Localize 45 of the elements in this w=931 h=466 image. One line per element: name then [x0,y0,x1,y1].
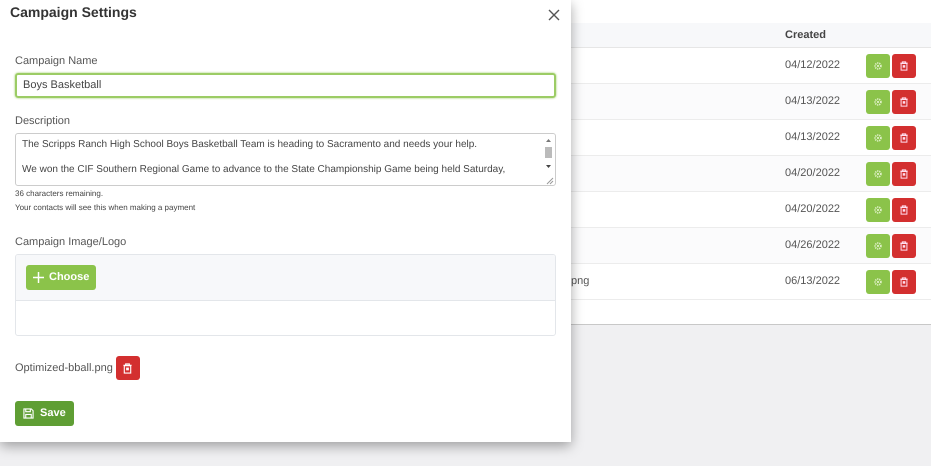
trash-icon [899,96,909,106]
delete-button[interactable] [892,234,916,258]
campaign-name-field[interactable]: Boys Basketball [15,73,556,98]
gear-icon [873,240,883,250]
table-cell: 04/20/2022 [785,203,840,216]
help-text: Your contacts will see this when making a payment [15,202,196,214]
delete-button[interactable] [892,270,916,294]
table-cell: 04/12/2022 [785,59,840,72]
trash-icon [899,60,909,70]
delete-button[interactable] [892,126,916,150]
trash-icon [899,204,909,214]
trash-icon [899,132,909,142]
delete-button[interactable] [892,198,916,222]
trash-icon [899,240,909,250]
field-label: Campaign Name [15,55,98,67]
gear-icon [873,96,883,106]
description-field[interactable]: The Scripps Ranch High School Boys Basketball Team is heading to Sacramento and needs your help. We won the CIF Southern Regional Game to advance to the State Championship Game being held Saturday, [15,133,556,186]
gear-icon [873,60,883,70]
gear-icon [873,276,883,286]
close-icon[interactable] [546,6,562,22]
table-cell: 04/13/2022 [785,131,840,144]
field-label: Campaign Image/Logo [15,236,126,248]
description-text: The Scripps Ranch High School Boys Basketball Team is heading to Sacramento and needs your help. [22,138,478,151]
field-label: Description [15,115,70,127]
table-cell: 04/20/2022 [785,167,840,180]
gear-icon [873,168,883,178]
column-header: Created [785,28,826,41]
gear-icon [873,132,883,142]
table-cell: 06/13/2022 [785,275,840,288]
delete-button[interactable] [116,356,140,380]
table-cell: 04/26/2022 [785,239,840,252]
trash-icon [899,276,909,286]
delete-button[interactable] [892,54,916,78]
table-cell: 04/13/2022 [785,95,840,108]
table-cell: png [571,275,590,288]
character-counter: 36 characters remaining. [15,188,104,200]
delete-button[interactable] [892,90,916,114]
delete-button[interactable] [892,162,916,186]
plus-icon [33,272,44,283]
modal-title: Campaign Settings [10,2,137,22]
gear-icon [873,204,883,214]
trash-icon [899,168,909,178]
trash-icon [122,362,134,374]
description-text: We won the CIF Southern Regional Game to advance to the State Championship Game being held Saturday, [22,163,506,176]
file-name: Optimized-bball.png [15,360,113,376]
